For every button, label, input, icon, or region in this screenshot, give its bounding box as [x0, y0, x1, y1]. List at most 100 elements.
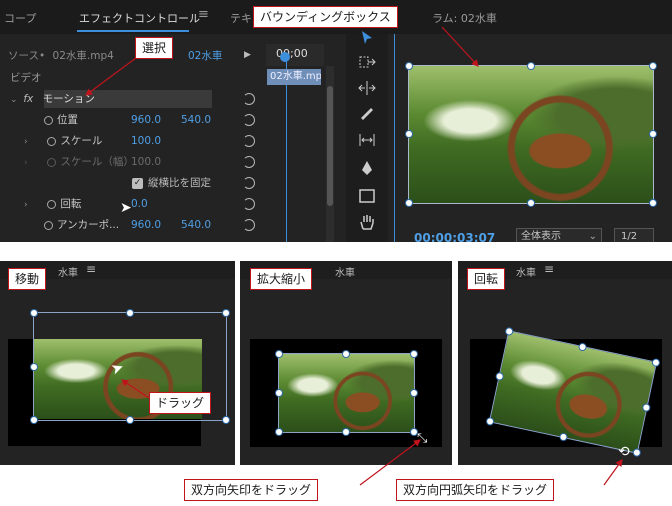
bbox-handle[interactable]	[528, 200, 534, 206]
panel-tab-label: 水車	[58, 268, 78, 279]
tab-program[interactable]: ラム: 02水車	[432, 10, 497, 26]
bbox-handle[interactable]	[406, 63, 412, 69]
chevron-right-icon: ›	[24, 158, 28, 168]
reset-icon[interactable]	[243, 114, 255, 126]
callout-drag: ドラッグ	[149, 392, 212, 414]
bbox-handle[interactable]	[633, 449, 641, 457]
rotation-label: 回転	[60, 198, 82, 210]
zoom-level-select[interactable]: 全体表示 ⌄	[516, 228, 602, 242]
property-scale-width: › スケール（幅）	[24, 152, 134, 172]
hand-icon[interactable]	[357, 212, 377, 232]
bbox-handle[interactable]	[650, 63, 656, 69]
anchor-x-value[interactable]: 960.0	[131, 215, 161, 235]
effect-scrollbar-track[interactable]	[326, 66, 334, 242]
hamburger-icon[interactable]: ≡	[86, 262, 96, 276]
bbox-handle[interactable]	[276, 351, 282, 357]
bbox-handle[interactable]	[528, 63, 534, 69]
callout-drag-double-arrow: 双方向矢印をドラッグ	[184, 479, 319, 501]
bbox-handle[interactable]	[127, 417, 133, 423]
rotation-value[interactable]: 0.0	[131, 194, 148, 214]
chevron-right-icon[interactable]: ›	[24, 132, 34, 152]
bbox-handle[interactable]	[127, 310, 133, 316]
chevron-down-icon: ⌄	[588, 231, 597, 242]
playhead-icon[interactable]	[280, 52, 290, 62]
motion-row[interactable]: ⌄ fx モーション	[10, 89, 95, 109]
mini-timeline-ruler: 00;00	[266, 44, 324, 66]
reset-icon[interactable]	[243, 135, 255, 147]
move-example-panel: 水車 ≡ ➤	[0, 261, 235, 465]
slip-icon[interactable]	[357, 130, 377, 150]
pen-icon[interactable]	[357, 158, 377, 178]
tab-scope[interactable]: コープ	[4, 10, 36, 26]
position-label: 位置	[57, 114, 78, 126]
bounding-box[interactable]	[278, 353, 415, 433]
callout-scale: 拡大縮小	[250, 268, 313, 290]
tab-text[interactable]: テキ	[230, 10, 252, 26]
bbox-handle[interactable]	[31, 364, 37, 370]
resolution-select[interactable]: 1/2	[614, 228, 654, 242]
reset-icon[interactable]	[243, 219, 255, 231]
rectangle-icon[interactable]	[357, 186, 377, 206]
scale-width-label: スケール（幅）	[60, 156, 134, 168]
uniform-scale-checkbox[interactable]: ✓	[132, 178, 143, 189]
scale-width-value: 100.0	[131, 156, 162, 168]
rotate-example-panel: 水車 ≡ ⟲	[458, 261, 672, 465]
selection-tool-icon[interactable]	[357, 28, 377, 48]
hamburger-icon[interactable]: ≡	[198, 7, 209, 22]
callout-rotate: 回転	[467, 268, 506, 290]
effect-scrollbar-thumb[interactable]	[327, 86, 333, 206]
reset-icon[interactable]	[243, 93, 255, 105]
anchor-label: アンカーポ...	[57, 219, 120, 231]
razor-icon[interactable]	[357, 104, 377, 124]
play-only-icon[interactable]: ▶	[244, 50, 251, 60]
stopwatch-icon[interactable]	[47, 199, 57, 209]
bbox-handle[interactable]	[31, 417, 37, 423]
bbox-handle[interactable]	[276, 429, 282, 435]
bbox-handle[interactable]	[406, 200, 412, 206]
callout-select: 選択	[135, 37, 174, 59]
stopwatch-icon[interactable]	[44, 220, 53, 230]
bbox-handle[interactable]	[31, 310, 37, 316]
callout-move: 移動	[8, 268, 47, 290]
bbox-handle[interactable]	[343, 429, 349, 435]
program-timecode[interactable]: 00:00:03:07	[414, 231, 495, 242]
mouse-cursor-icon: ➤	[120, 200, 132, 216]
property-anchor: アンカーポ...	[44, 215, 119, 235]
anchor-y-value[interactable]: 540.0	[181, 215, 211, 235]
callout-bounding-box: バウンディングボックス	[253, 6, 398, 28]
property-rotation: › 回転	[24, 194, 81, 214]
bbox-handle[interactable]	[223, 310, 229, 316]
scale-value[interactable]: 100.0	[131, 131, 161, 151]
reset-icon[interactable]	[243, 156, 255, 168]
position-y-value[interactable]: 540.0	[181, 110, 211, 130]
hamburger-icon[interactable]: ≡	[544, 262, 554, 276]
source-clip-name: 02水車.mp4	[52, 50, 114, 62]
reset-icon[interactable]	[243, 177, 255, 189]
reset-icon[interactable]	[243, 198, 255, 210]
chevron-right-icon[interactable]: ›	[24, 195, 34, 215]
bbox-handle[interactable]	[343, 351, 349, 357]
uniform-scale-label: 縦横比を固定	[148, 177, 211, 189]
monitor-border	[394, 34, 395, 242]
fx-label[interactable]: fx	[23, 93, 33, 105]
track-select-icon[interactable]	[357, 52, 377, 72]
bbox-handle[interactable]	[406, 131, 412, 137]
stopwatch-icon[interactable]	[44, 115, 53, 125]
tab-effect-controls[interactable]: エフェクトコントロール	[79, 10, 200, 26]
sequence-clip-name[interactable]: 02水車	[188, 46, 222, 66]
bbox-handle[interactable]	[411, 351, 417, 357]
bbox-handle[interactable]	[650, 131, 656, 137]
position-x-value[interactable]: 960.0	[131, 110, 161, 130]
timeline-clip[interactable]: 02水車.mp	[267, 69, 321, 85]
scale-example-panel: 水車 ⤡	[240, 261, 452, 465]
stopwatch-icon[interactable]	[47, 136, 57, 146]
bbox-handle[interactable]	[650, 200, 656, 206]
bbox-handle[interactable]	[411, 390, 417, 396]
chevron-down-icon[interactable]: ⌄	[10, 90, 20, 110]
video-section-header: ビデオ	[10, 72, 42, 84]
bbox-handle[interactable]	[223, 417, 229, 423]
bounding-box[interactable]	[408, 65, 654, 204]
motion-label: モーション	[42, 93, 95, 105]
bbox-handle[interactable]	[276, 390, 282, 396]
ripple-edit-icon[interactable]	[357, 78, 377, 98]
